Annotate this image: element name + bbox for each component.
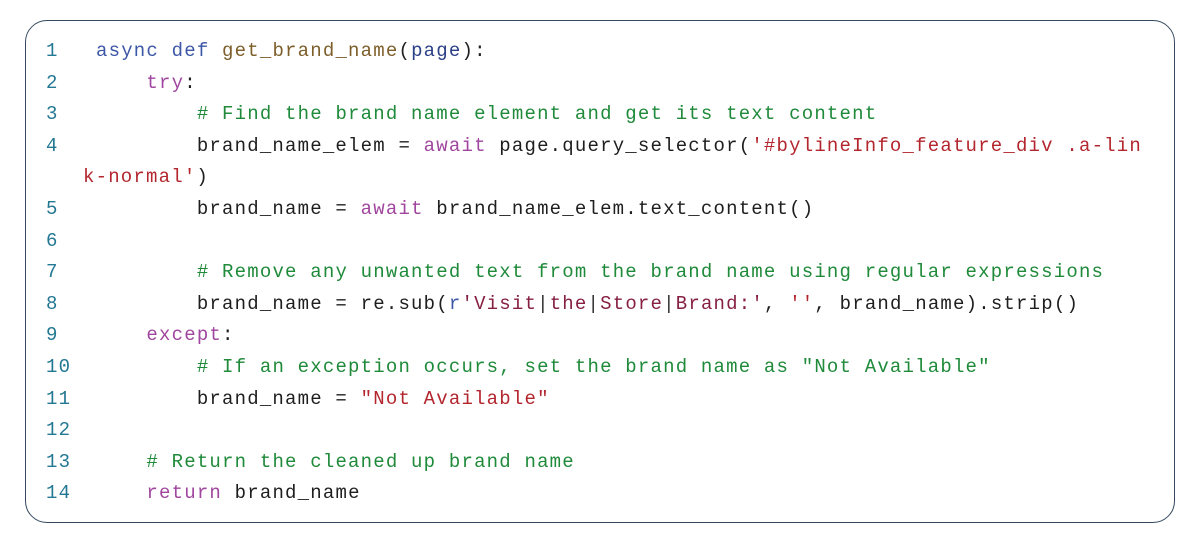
line-code: brand_name = re.sub(r'Visit|the|Store|Br… <box>96 289 1079 321</box>
code-token: brand_name = re.sub( <box>96 292 449 315</box>
code-token: 'Visit <box>461 292 538 315</box>
line-code: # If an exception occurs, set the brand … <box>96 352 991 384</box>
line-code: return brand_name <box>96 478 361 510</box>
code-token: brand_name <box>222 482 361 505</box>
code-line: 2 try: <box>26 68 1174 100</box>
code-token: : <box>222 324 235 347</box>
code-token: page <box>411 40 462 62</box>
line-number: 13 <box>46 450 72 473</box>
line-number: 11 <box>46 387 72 410</box>
code-line: 11 brand_name = "Not Available" <box>26 384 1174 416</box>
line-number: 6 <box>46 229 59 252</box>
line-code: async def get_brand_name(page): <box>96 36 487 68</box>
code-line-continuation: k-normal') <box>26 162 1174 194</box>
line-number: 9 <box>46 324 59 347</box>
code-token: get_brand_name <box>222 40 399 62</box>
line-code: except: <box>96 320 235 352</box>
code-line: 6 <box>26 226 1174 258</box>
code-token: # Remove any unwanted text from the bran… <box>196 261 1105 284</box>
code-token: try <box>146 71 185 94</box>
line-code: k-normal') <box>83 162 209 194</box>
code-token: Brand:' <box>675 292 764 315</box>
line-number: 5 <box>46 197 59 220</box>
line-code: # Remove any unwanted text from the bran… <box>96 257 1104 289</box>
code-token: brand_name = <box>96 387 361 410</box>
line-number: 12 <box>46 419 72 442</box>
code-line: 7 # Remove any unwanted text from the br… <box>26 257 1174 289</box>
line-number: 4 <box>46 134 59 157</box>
code-line: 8 brand_name = re.sub(r'Visit|the|Store|… <box>26 289 1174 321</box>
code-line: 4 brand_name_elem = await page.query_sel… <box>26 131 1174 163</box>
line-number: 14 <box>46 482 72 505</box>
code-token: k-normal' <box>83 166 197 189</box>
code-token: await <box>423 134 487 157</box>
code-token: ) <box>196 166 210 189</box>
code-line: 1 async def get_brand_name(page): <box>26 36 1174 68</box>
code-line: 13 # Return the cleaned up brand name <box>26 447 1174 479</box>
line-number: 2 <box>46 71 59 94</box>
code-token: ): <box>461 40 487 62</box>
code-line: 10 # If an exception occurs, set the bra… <box>26 352 1174 384</box>
code-token: '' <box>789 292 815 315</box>
code-token: , brand_name).strip() <box>814 292 1080 315</box>
code-token: "Not Available" <box>360 387 550 410</box>
line-number: 10 <box>46 355 72 378</box>
code-line: 3 # Find the brand name element and get … <box>26 99 1174 131</box>
line-number: 3 <box>46 103 59 126</box>
line-code: brand_name_elem = await page.query_selec… <box>96 131 1142 163</box>
code-line: 9 except: <box>26 320 1174 352</box>
code-token: '#bylineInfo_feature_div .a-lin <box>751 134 1142 157</box>
line-number: 7 <box>46 261 59 284</box>
code-token: | <box>663 292 676 315</box>
line-code: brand_name = await brand_name_elem.text_… <box>96 194 814 226</box>
code-token: except <box>146 324 223 347</box>
code-token: # Return the cleaned up brand name <box>146 450 575 473</box>
code-token: | <box>537 292 550 315</box>
code-token: page.query_selector( <box>486 134 752 157</box>
code-token: # If an exception occurs, set the brand … <box>196 355 991 378</box>
code-token: : <box>184 71 197 94</box>
code-block: 1 async def get_brand_name(page): 2 try: 3 … <box>25 20 1175 523</box>
code-token: r <box>448 292 462 315</box>
code-line: 5 brand_name = await brand_name_elem.tex… <box>26 194 1174 226</box>
line-number: 8 <box>46 292 59 315</box>
line-code: try: <box>96 68 197 100</box>
code-token: async def <box>96 40 210 62</box>
line-code: # Return the cleaned up brand name <box>96 447 575 479</box>
line-code: brand_name = "Not Available" <box>96 384 550 416</box>
code-token: brand_name = <box>96 197 361 220</box>
line-number: 1 <box>46 40 59 62</box>
code-token: brand_name_elem.text_content() <box>423 197 815 220</box>
code-token: | <box>587 292 601 315</box>
code-token: await <box>360 197 424 220</box>
code-token: brand_name_elem = <box>96 134 424 157</box>
line-code: # Find the brand name element and get it… <box>96 99 877 131</box>
code-token: the <box>549 292 588 315</box>
code-token: Store <box>600 292 664 315</box>
code-token: , <box>763 292 790 315</box>
code-token: return <box>146 482 223 505</box>
code-token: ( <box>398 40 412 62</box>
code-line: 14 return brand_name <box>26 478 1174 510</box>
code-lines: 1 async def get_brand_name(page): 2 try: 3 … <box>26 36 1174 510</box>
code-token: # Find the brand name element and get it… <box>196 103 878 126</box>
code-line: 12 <box>26 415 1174 447</box>
